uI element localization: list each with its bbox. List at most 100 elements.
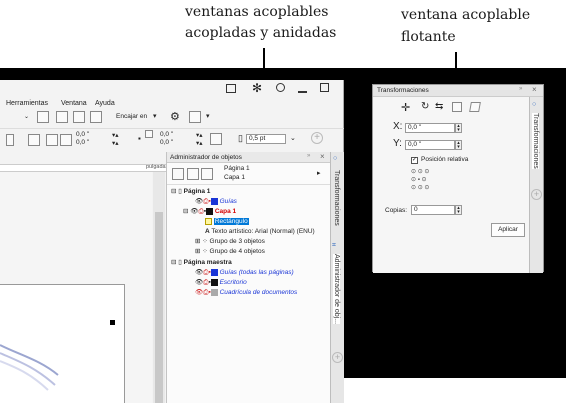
round-corner-icon[interactable] xyxy=(46,134,58,146)
add-preset-icon[interactable]: + xyxy=(311,132,323,144)
tree-row-artistic-text[interactable]: A Texto artístico: Arial (Normal) (ENU) xyxy=(205,227,315,237)
layer1-label: Capa 1 xyxy=(214,208,237,215)
guides-icon[interactable] xyxy=(90,111,102,123)
shape-icon[interactable] xyxy=(6,134,14,146)
tree-row-rectangle[interactable]: Rectángulo xyxy=(205,217,249,227)
rotate-icon[interactable]: ↻ xyxy=(421,101,429,112)
collapse-toggle-icon[interactable]: ⊟ xyxy=(183,208,188,215)
show-properties-icon[interactable] xyxy=(172,168,184,180)
corner-x-field[interactable]: 0,0 " xyxy=(74,131,110,139)
tree-row-layer1[interactable]: ⊟ 👁⎙▪ Capa 1 xyxy=(171,207,236,217)
spin-icon[interactable]: ▾▴ xyxy=(112,131,119,139)
position-icon[interactable]: ✛ xyxy=(401,101,410,114)
lock-icon[interactable]: ▪ xyxy=(138,134,141,143)
tree-row-master-page[interactable]: ⊟ ▯ Página maestra xyxy=(171,258,232,268)
relative-position-checkbox[interactable]: ✓ xyxy=(411,157,418,164)
corner-h-field[interactable]: 0,0 " xyxy=(158,139,194,147)
apply-button[interactable]: Aplicar xyxy=(491,223,525,237)
add-docker-icon[interactable]: + xyxy=(531,189,542,200)
add-docker-icon[interactable]: + xyxy=(332,352,343,363)
rectangle-icon xyxy=(205,217,212,225)
spin-icon[interactable]: ▾▴ xyxy=(196,131,203,139)
floating-tab-transformaciones[interactable]: Transformaciones xyxy=(532,113,539,169)
caption-docked-line1: ventanas acoplables xyxy=(185,4,329,20)
layer-manager-view-icon[interactable] xyxy=(201,168,213,180)
tree-row-grid[interactable]: 👁⎙▪ Cuadrícula de documentos xyxy=(195,288,297,298)
image-icon[interactable] xyxy=(226,84,236,93)
menu-ayuda[interactable]: Ayuda xyxy=(95,98,115,109)
tree-row-page1[interactable]: ⊟ ▯ Página 1 xyxy=(171,187,210,197)
collapse-icon[interactable]: » xyxy=(307,153,310,159)
copies-spin-icon[interactable]: ▴ ▾ xyxy=(455,205,462,215)
collapse-toggle-icon[interactable]: ⊟ xyxy=(171,188,176,195)
y-position-input[interactable]: 0,0 " xyxy=(405,140,455,150)
outline-dropdown-icon[interactable]: ⌄ xyxy=(290,134,296,142)
scale-corners-icon[interactable] xyxy=(210,133,222,145)
dropdown-chevron-icon[interactable]: ⌄ xyxy=(24,113,29,120)
caption-floating-line1: ventana acoplable xyxy=(401,7,531,23)
tree-row-group3[interactable]: ⊞ ⁘ Grupo de 3 objetos xyxy=(195,237,265,247)
tree-row-guides[interactable]: 👁⎙▪ Guías xyxy=(195,197,237,207)
corner-w-field[interactable]: 0,0 " xyxy=(158,131,194,139)
snap-to-label[interactable]: Encajar en xyxy=(116,113,147,120)
selection-handle[interactable] xyxy=(110,320,115,325)
tree-row-group4[interactable]: ⊞ ⁘ Grupo de 4 objetos xyxy=(195,247,265,257)
collapse-icon[interactable]: » xyxy=(519,86,522,92)
expand-toggle-icon[interactable]: ⊞ xyxy=(195,238,200,245)
outline-width-field[interactable]: 0,5 pt xyxy=(246,134,286,144)
snap-dropdown-icon[interactable]: ▾ xyxy=(153,112,157,120)
launch-icon[interactable] xyxy=(189,111,201,123)
drawing-canvas[interactable] xyxy=(0,172,152,403)
menu-ventana[interactable]: Ventana xyxy=(61,98,87,109)
mirror-icon[interactable]: ⇆ xyxy=(435,101,443,112)
property-bar: 0,0 " 0,0 " ▾▴ ▾▴ ▪ 0,0 " 0,0 " ▾▴ ▾▴ ▯ … xyxy=(0,128,344,148)
launch-dropdown-icon[interactable]: ▾ xyxy=(206,112,210,120)
transform-tab-icon[interactable]: ○ xyxy=(333,155,337,162)
current-layer-label: Capa 1 xyxy=(224,174,245,181)
tab-object-manager[interactable]: Administrador de obj... xyxy=(333,254,340,325)
docker-menu-arrow-icon[interactable]: ▸ xyxy=(317,169,321,177)
page-sheet[interactable] xyxy=(0,284,125,403)
eye-icon[interactable]: 👁 xyxy=(190,208,198,215)
size-icon[interactable] xyxy=(452,102,462,112)
edit-across-layers-icon[interactable] xyxy=(187,168,199,180)
tree-row-guides-all[interactable]: 👁⎙▪ Guías (todas las páginas) xyxy=(195,268,294,278)
minimize-icon[interactable] xyxy=(298,91,307,93)
tree-row-desktop[interactable]: 👁⎙▪ Escritorio xyxy=(195,278,247,288)
close-icon[interactable]: × xyxy=(532,85,537,94)
options-gear-icon[interactable]: ⚙ xyxy=(170,110,180,123)
horizontal-ruler[interactable]: pulgadas xyxy=(0,164,168,172)
scrollbar-thumb[interactable] xyxy=(155,212,163,403)
x-position-input[interactable]: 0,0 " xyxy=(405,123,455,133)
close-icon[interactable]: × xyxy=(320,152,325,161)
outline-pen-icon[interactable]: ▯ xyxy=(238,133,243,144)
skew-icon[interactable] xyxy=(469,102,481,112)
anchor-grid[interactable]: ⊙ ⊙ ⊙ ⊙ ▪ ⊙ ⊙ ⊙ ⊙ xyxy=(411,168,429,192)
y-spin-icon[interactable]: ▴ ▾ xyxy=(455,140,462,150)
copies-input[interactable]: 0 xyxy=(411,205,455,215)
corner-y-field[interactable]: 0,0 " xyxy=(74,139,110,147)
spin-icon[interactable]: ▾▴ xyxy=(112,139,119,147)
corner-icon[interactable] xyxy=(145,130,153,138)
tab-transformaciones[interactable]: Transformaciones xyxy=(333,170,340,226)
collapse-toggle-icon[interactable]: ⊟ xyxy=(171,259,176,266)
chamfer-corner-icon[interactable] xyxy=(60,134,72,146)
canvas-vertical-scrollbar[interactable] xyxy=(153,172,165,403)
artwork-swirl[interactable] xyxy=(0,335,60,395)
spin-icon[interactable]: ▾▴ xyxy=(196,139,203,147)
expand-toggle-icon[interactable]: ⊞ xyxy=(195,248,200,255)
x-spin-icon[interactable]: ▴ ▾ xyxy=(455,123,462,133)
rect-corner-icon[interactable] xyxy=(28,134,40,146)
floating-title-bar[interactable]: Transformaciones » × xyxy=(373,85,543,97)
gear-icon[interactable]: ✻ xyxy=(252,81,262,95)
menu-herramientas[interactable]: Herramientas xyxy=(6,98,48,109)
maximize-icon[interactable] xyxy=(320,83,329,92)
transform-tab-icon[interactable]: ○ xyxy=(532,101,536,108)
object-manager-tab-icon[interactable]: ⌗ xyxy=(332,242,336,250)
circle-icon[interactable] xyxy=(276,83,285,92)
page-icon: ▯ xyxy=(178,259,182,266)
grid-icon[interactable] xyxy=(73,111,85,123)
layer-color-swatch xyxy=(210,268,218,276)
fullscreen-icon[interactable] xyxy=(37,111,49,123)
rulers-icon[interactable] xyxy=(56,111,68,123)
